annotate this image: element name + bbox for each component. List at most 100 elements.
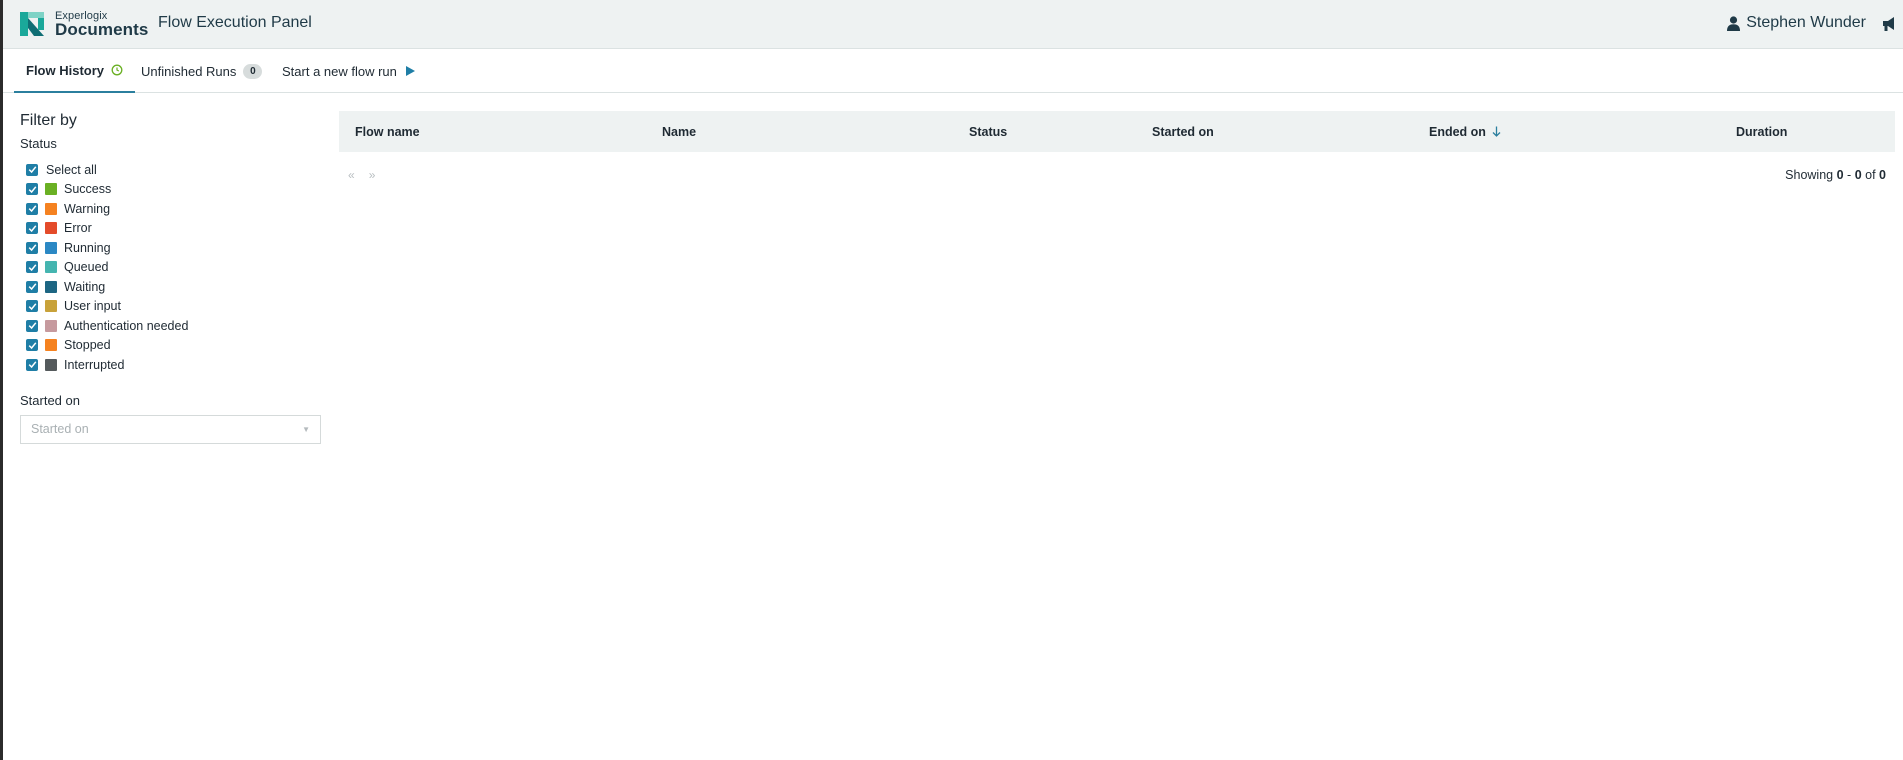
check-icon bbox=[28, 264, 36, 271]
sort-arrow-down-icon bbox=[1492, 126, 1501, 137]
user-name: Stephen Wunder bbox=[1746, 14, 1866, 31]
status-filter-label-text: Select all bbox=[46, 162, 97, 177]
status-filter-item[interactable]: User input bbox=[20, 297, 321, 317]
status-color-swatch bbox=[45, 241, 57, 254]
column-name-label: Name bbox=[662, 124, 697, 139]
pagination: « » bbox=[348, 168, 375, 182]
check-icon bbox=[28, 166, 36, 174]
check-icon bbox=[28, 225, 36, 232]
column-ended-on-label: Ended on bbox=[1429, 124, 1486, 139]
status-filter-label-text: Queued bbox=[64, 260, 109, 275]
play-icon bbox=[405, 66, 415, 76]
check-icon bbox=[28, 342, 36, 349]
chevron-down-icon: ▼ bbox=[302, 424, 310, 434]
tab-flow-history-label: Flow History bbox=[26, 62, 105, 78]
tab-bar: Flow History Unfinished Runs 0 Start a n… bbox=[0, 49, 1903, 93]
showing-to: 0 bbox=[1854, 168, 1862, 182]
status-select-all[interactable]: Select all bbox=[20, 160, 321, 180]
showing-prefix: Showing bbox=[1785, 168, 1834, 182]
started-on-label: Started on bbox=[20, 392, 80, 408]
status-color-swatch bbox=[45, 183, 57, 196]
showing-count: Showing 0 - 0 of 0 bbox=[1785, 168, 1886, 182]
history-clock-icon bbox=[111, 64, 123, 76]
status-color-swatch bbox=[45, 280, 57, 293]
checkbox-checked[interactable] bbox=[26, 241, 38, 254]
megaphone-icon[interactable] bbox=[1881, 16, 1897, 32]
status-filter-label-text: Error bbox=[64, 221, 92, 236]
check-icon bbox=[28, 283, 36, 291]
started-on-placeholder: Started on bbox=[31, 422, 89, 436]
next-page-button[interactable]: » bbox=[369, 168, 376, 182]
checkbox-checked[interactable] bbox=[26, 339, 38, 352]
flow-history-table-header: Flow name Name Status Started on Ended o… bbox=[339, 111, 1895, 152]
checkbox-checked[interactable] bbox=[26, 183, 38, 196]
status-filter-item[interactable]: Queued bbox=[20, 258, 321, 278]
status-color-swatch bbox=[45, 202, 57, 215]
tab-start-new-flow-run[interactable]: Start a new flow run bbox=[282, 49, 416, 93]
check-icon bbox=[28, 186, 36, 193]
check-icon bbox=[28, 244, 36, 252]
status-color-swatch bbox=[45, 222, 57, 235]
started-on-select[interactable]: Started on ▼ bbox=[20, 414, 321, 444]
status-filter-item[interactable]: Authentication needed bbox=[20, 316, 321, 336]
top-bar: Experlogix Documents Flow Execution Pane… bbox=[0, 0, 1903, 49]
status-color-swatch bbox=[45, 339, 57, 352]
checkbox-checked[interactable] bbox=[26, 319, 38, 332]
prev-page-button[interactable]: « bbox=[348, 168, 355, 182]
unfinished-runs-count-badge: 0 bbox=[243, 63, 263, 79]
checkbox-checked[interactable] bbox=[26, 300, 38, 313]
checkbox-checked[interactable] bbox=[26, 261, 38, 274]
status-filter-item[interactable]: Stopped bbox=[20, 336, 321, 356]
status-filter-item[interactable]: Success bbox=[20, 180, 321, 200]
app-title: Flow Execution Panel bbox=[158, 14, 312, 31]
column-header-started-on[interactable]: Started on bbox=[1152, 111, 1214, 152]
column-header-ended-on[interactable]: Ended on bbox=[1429, 111, 1501, 152]
check-icon bbox=[28, 322, 36, 330]
status-filter-label-text: Running bbox=[64, 240, 111, 255]
showing-from: 0 bbox=[1836, 168, 1844, 182]
checkbox-checked[interactable] bbox=[26, 163, 38, 176]
filter-title: Filter by bbox=[20, 112, 77, 129]
filter-panel: Filter by Status Select all Success Warnin… bbox=[20, 112, 321, 444]
column-header-status[interactable]: Status bbox=[969, 111, 1007, 152]
checkbox-checked[interactable] bbox=[26, 202, 38, 215]
status-filter-item[interactable]: Error bbox=[20, 219, 321, 239]
tab-start-new-flow-run-label: Start a new flow run bbox=[282, 63, 397, 79]
status-color-swatch bbox=[45, 300, 57, 313]
column-header-flow-name[interactable]: Flow name bbox=[355, 111, 420, 152]
status-filter-label-text: User input bbox=[64, 299, 121, 314]
status-filter-label: Status bbox=[20, 136, 57, 151]
window-edge bbox=[0, 0, 3, 760]
tab-flow-history[interactable]: Flow History bbox=[14, 49, 136, 93]
experlogix-logo-icon[interactable] bbox=[20, 12, 44, 36]
showing-separator: - bbox=[1847, 168, 1852, 182]
checkbox-checked[interactable] bbox=[26, 280, 38, 293]
checkbox-checked[interactable] bbox=[26, 222, 38, 235]
showing-of: of bbox=[1865, 168, 1876, 182]
user-menu[interactable]: Stephen Wunder bbox=[1727, 14, 1866, 32]
checkbox-checked[interactable] bbox=[26, 358, 38, 371]
status-filter-label-text: Stopped bbox=[64, 338, 111, 353]
column-started-on-label: Started on bbox=[1152, 124, 1214, 139]
column-duration-label: Duration bbox=[1736, 124, 1788, 139]
showing-total: 0 bbox=[1879, 168, 1886, 182]
user-icon bbox=[1727, 15, 1741, 31]
status-filter-label-text: Warning bbox=[64, 201, 111, 216]
check-icon bbox=[28, 205, 36, 213]
column-status-label: Status bbox=[969, 124, 1008, 139]
status-color-swatch bbox=[45, 358, 57, 371]
status-filter-label-text: Interrupted bbox=[64, 357, 125, 372]
tab-unfinished-runs-label: Unfinished Runs bbox=[141, 63, 237, 79]
column-header-duration[interactable]: Duration bbox=[1736, 111, 1787, 152]
status-filter-item[interactable]: Warning bbox=[20, 199, 321, 219]
column-header-name[interactable]: Name bbox=[662, 111, 696, 152]
status-filter-list: Select all Success Warning Error Running Queu… bbox=[20, 160, 321, 375]
column-flow-name-label: Flow name bbox=[355, 124, 420, 139]
check-icon bbox=[28, 361, 36, 369]
status-color-swatch bbox=[45, 261, 57, 274]
status-filter-label-text: Success bbox=[64, 182, 112, 197]
tab-unfinished-runs[interactable]: Unfinished Runs 0 bbox=[141, 49, 263, 93]
status-filter-item[interactable]: Running bbox=[20, 238, 321, 258]
status-filter-item[interactable]: Interrupted bbox=[20, 355, 321, 375]
status-filter-item[interactable]: Waiting bbox=[20, 277, 321, 297]
